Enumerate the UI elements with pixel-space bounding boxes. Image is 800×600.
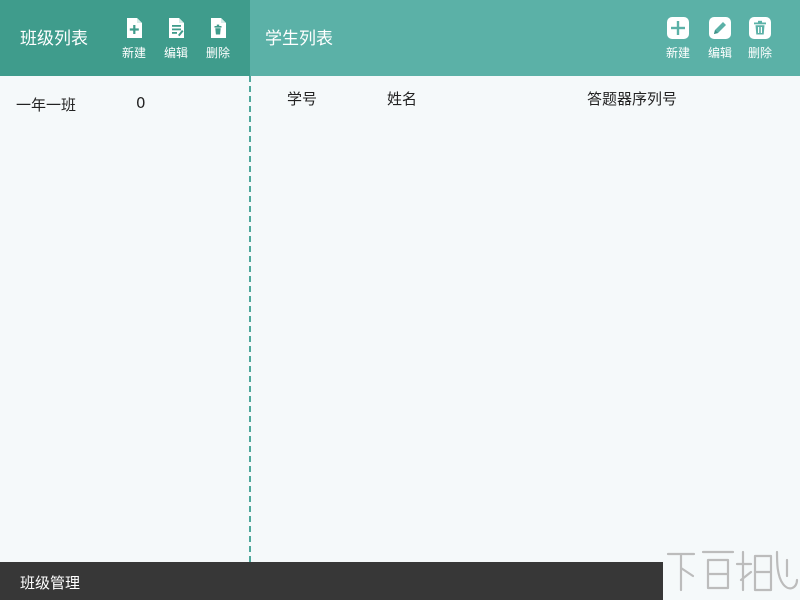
delete-class-label: 删除 [205,46,230,60]
edit-class-label: 编辑 [163,46,188,60]
delete-student-button[interactable]: 删除 [740,16,780,64]
column-header-clicker-serial[interactable]: 答题器序列号 [587,88,677,109]
edit-class-button[interactable]: 编辑 [156,16,196,64]
new-class-label: 新建 [121,46,146,60]
new-student-label: 新建 [665,46,690,60]
plus-icon [667,17,689,39]
edit-student-label: 编辑 [707,46,732,60]
class-list-header: 班级列表 新建 编辑 删除 [0,0,250,76]
column-header-student-id[interactable]: 学号 [287,88,317,109]
student-list-title: 学生列表 [265,29,333,49]
class-name: 一年一班 [16,96,77,114]
delete-student-label: 删除 [747,46,772,60]
new-class-button[interactable]: 新建 [114,16,154,64]
column-header-name[interactable]: 姓名 [387,88,417,109]
watermark-logo [666,550,799,592]
file-plus-icon [127,18,142,38]
class-list-title: 班级列表 [20,29,88,49]
edit-student-button[interactable]: 编辑 [700,16,740,64]
class-list-item[interactable]: 一年一班 0 [0,86,248,122]
class-student-count: 0 [136,94,146,112]
delete-class-button[interactable]: 删除 [198,16,238,64]
panel-divider [249,76,251,562]
file-delete-icon [211,18,226,38]
status-bar-text: 班级管理 [20,574,81,592]
student-list-header: 学生列表 新建 编辑 删除 [250,0,800,76]
pencil-icon [709,17,731,39]
file-edit-icon [169,18,184,38]
status-bar: 班级管理 [0,562,663,600]
trash-icon [749,17,771,39]
new-student-button[interactable]: 新建 [658,16,698,64]
